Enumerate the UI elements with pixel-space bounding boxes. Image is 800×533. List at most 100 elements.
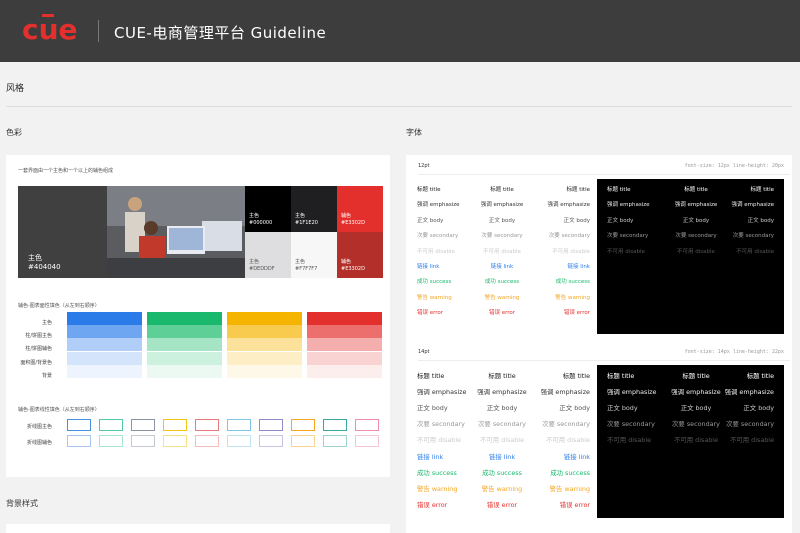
- font-sample: 链接 link: [567, 264, 590, 270]
- swatch-hex: #000000: [249, 220, 273, 226]
- line-color-box: [291, 419, 315, 431]
- fill-bar: [307, 338, 382, 352]
- font-sample-dark: 强调 emphasize: [724, 388, 774, 397]
- fill-row-label: 柱/饼图主色: [25, 333, 52, 340]
- font-sample-dark: 正文 body: [747, 217, 774, 224]
- fill-bar: [67, 351, 142, 365]
- swatch-name: 主色: [249, 213, 260, 219]
- color-swatch: 主色 #1F1E20: [291, 186, 337, 232]
- line-color-box: [291, 435, 315, 447]
- fill-bar: [67, 338, 142, 352]
- line-row-label: 折线图主色: [26, 424, 52, 430]
- line-color-box: [227, 435, 251, 447]
- cue-logo[interactable]: cue: [22, 14, 84, 44]
- line-color-box: [195, 435, 219, 447]
- font-sample-dark: 正文 body: [743, 404, 774, 413]
- swatch-name: 主色: [249, 259, 260, 265]
- line-color-box: [99, 419, 123, 431]
- font-sample: 成功 success: [550, 468, 590, 477]
- line-color-box: [67, 435, 91, 447]
- swatch-name: 主色: [295, 213, 306, 219]
- color-intro: 一套界面由一个主色和一个以上的辅色组成: [18, 168, 114, 174]
- font-sample-dark: 不可用 disable: [736, 248, 774, 255]
- font-sample: 次要 secondary: [548, 233, 590, 240]
- font-sample-dark: 标题 title: [750, 187, 774, 193]
- fill-bar: [147, 325, 222, 339]
- font-sample: 错误 error: [563, 310, 590, 317]
- font-block-divider: [418, 360, 790, 361]
- font-sample: 链接 link: [563, 452, 590, 461]
- fill-bar: [307, 351, 382, 365]
- line-color-box: [355, 419, 379, 431]
- font-sample: 正文 body: [559, 404, 590, 413]
- font-block-divider: [418, 174, 790, 175]
- header-title: CUE-电商管理平台 Guideline: [114, 24, 327, 42]
- background-card: [6, 524, 390, 533]
- fill-bar: [227, 364, 302, 378]
- fill-bar: [147, 351, 222, 365]
- font-size-label: 12pt: [418, 163, 430, 169]
- fill-bar: [67, 364, 142, 378]
- font-card: 12pt font-size: 12px line-height: 20px 标题 …: [406, 155, 792, 533]
- font-sample: 成功 success: [555, 279, 590, 286]
- line-color-box: [259, 435, 283, 447]
- fill-row-label: 主色: [41, 320, 52, 326]
- font-sample: 不可用 disable: [552, 248, 590, 255]
- section-color: 色彩: [6, 128, 22, 137]
- fill-row-label: 背景: [41, 372, 52, 379]
- font-sample-dark: 次要 secondary: [726, 420, 774, 429]
- font-sample: 强调 emphasize: [540, 388, 590, 397]
- font-size-label: 14pt: [418, 349, 430, 355]
- section-background: 背景样式: [6, 499, 38, 508]
- main-swatch: 主色 #404040: [18, 186, 107, 278]
- swatch-hex: #E3302D: [341, 220, 365, 226]
- color-swatch: 主色 #000000: [245, 186, 291, 232]
- fill-bar: [307, 312, 382, 325]
- line-color-box: [323, 419, 347, 431]
- swatch-name: 辅色: [341, 259, 352, 265]
- fill-bar: [147, 338, 222, 352]
- fill-bar: [67, 312, 142, 325]
- line-color-box: [195, 419, 219, 431]
- fill-bar: [147, 364, 222, 378]
- color-swatch: 主色 #DEDDDF: [245, 232, 291, 278]
- header-divider: [98, 20, 99, 42]
- font-sample: 警告 warning: [555, 294, 590, 301]
- swatch-hex: #DEDDDF: [249, 266, 275, 272]
- line-color-box: [259, 419, 283, 431]
- font-sample: 警告 warning: [549, 484, 590, 493]
- color-swatch: 辅色 #E3302D: [337, 186, 383, 232]
- office-photo: [107, 186, 245, 278]
- swatch-hex: #1F1E20: [295, 220, 318, 226]
- line-color-box: [67, 419, 91, 431]
- fill-bar: [67, 325, 142, 339]
- font-sample-dark: 次要 secondary: [732, 233, 774, 240]
- color-swatch: 辅色 #E3302D: [337, 232, 383, 278]
- line-color-box: [163, 419, 187, 431]
- font-sample-dark: 标题 title: [746, 372, 774, 380]
- line-color-box: [227, 419, 251, 431]
- fill-bar: [307, 325, 382, 339]
- fill-bar: [227, 325, 302, 339]
- line-color-box: [131, 435, 155, 447]
- swatch-hex: #F7F7F7: [295, 266, 318, 272]
- top-header: cue CUE-电商管理平台 Guideline: [0, 0, 800, 62]
- fill-bar: [227, 338, 302, 352]
- line-color-box: [163, 435, 187, 447]
- font-sample: 标题 title: [562, 372, 590, 380]
- line-color-box: [131, 419, 155, 431]
- fill-bar: [307, 364, 382, 378]
- line-color-box: [323, 435, 347, 447]
- swatch-name: 辅色: [341, 213, 352, 219]
- font-sample: 次要 secondary: [542, 420, 590, 429]
- swatch-name: 主色: [295, 259, 306, 265]
- fill-bar: [227, 351, 302, 365]
- font-spec: font-size: 14px line-height: 22px: [684, 349, 784, 355]
- font-sample: 不可用 disable: [545, 436, 590, 445]
- page-title: 风格: [6, 84, 25, 94]
- font-sample: 标题 title: [566, 187, 590, 193]
- font-sample-dark: 强调 emphasize: [731, 202, 774, 209]
- swatch-hex: #E3302D: [341, 266, 365, 272]
- line-color-box: [99, 435, 123, 447]
- font-spec: font-size: 12px line-height: 20px: [684, 163, 784, 169]
